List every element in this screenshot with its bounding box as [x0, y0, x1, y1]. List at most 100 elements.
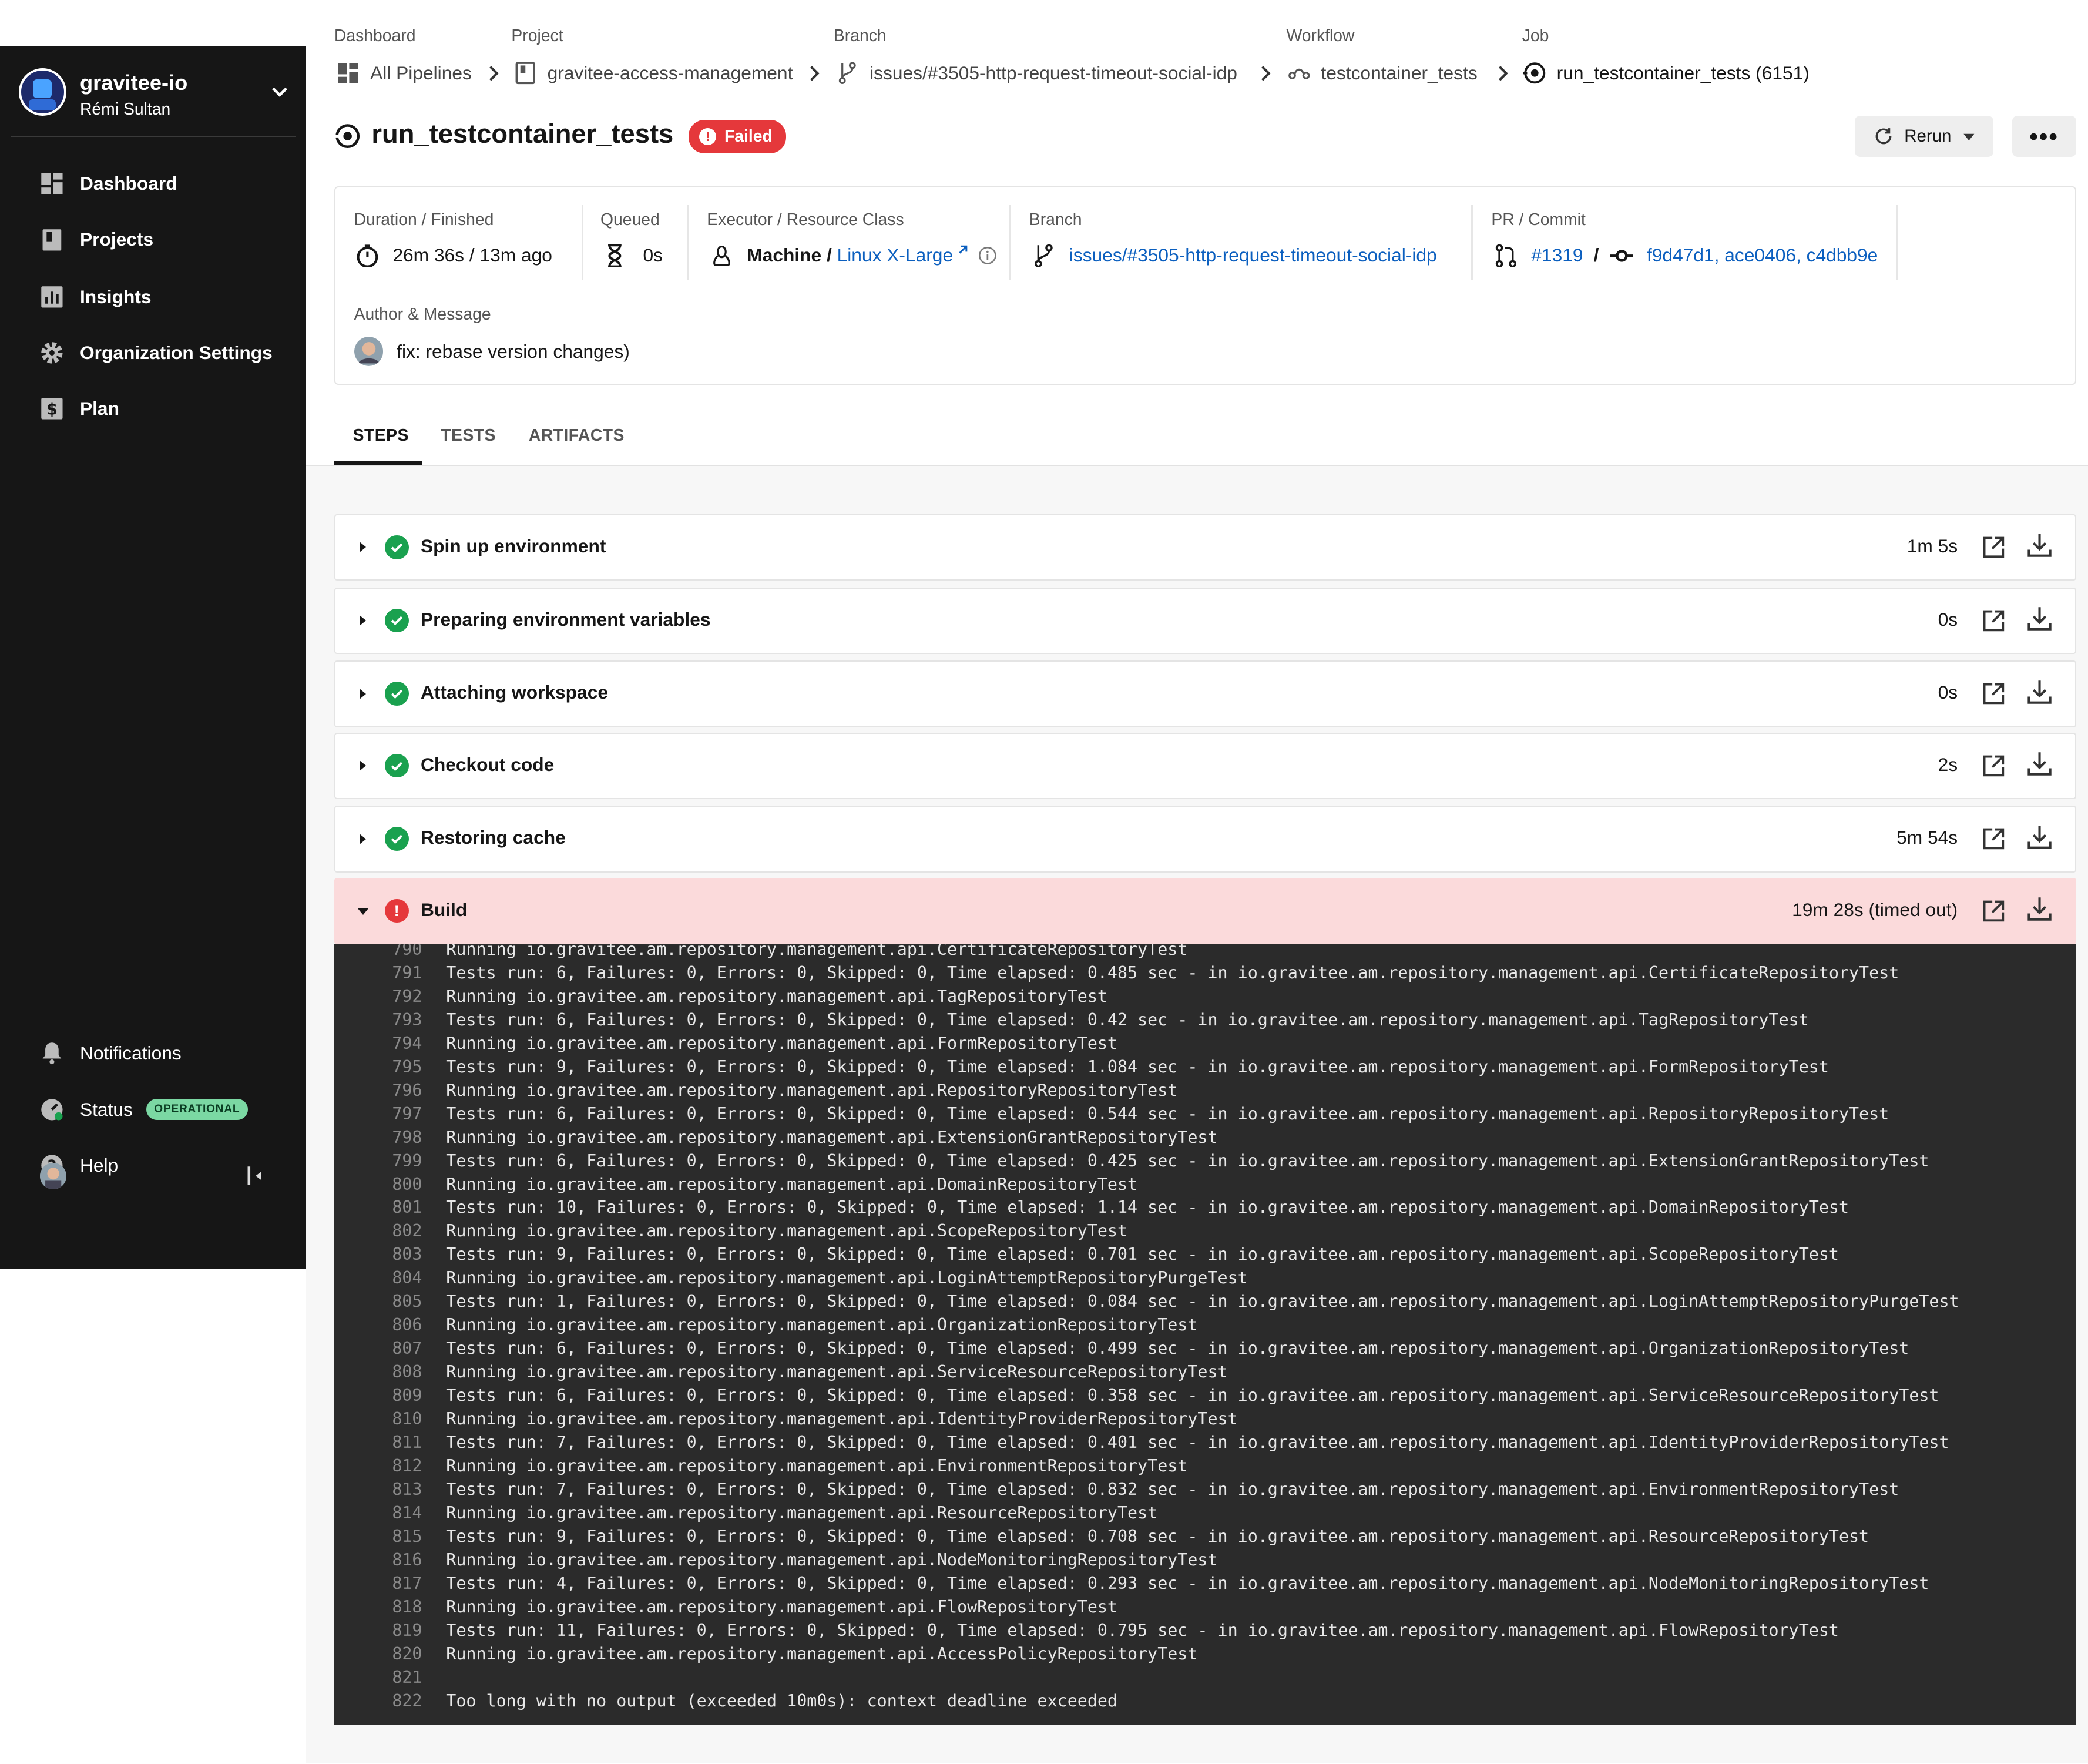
more-options-button[interactable]: •••: [2012, 116, 2076, 157]
log-line-text: Tests run: 9, Failures: 0, Errors: 0, Sk…: [446, 1057, 1829, 1076]
org-switcher[interactable]: gravitee-io Rémi Sultan: [18, 68, 298, 122]
sidebar-item-insights[interactable]: Insights: [40, 281, 293, 313]
duration-text: 26m 36s / 13m ago: [392, 244, 552, 266]
log-line-number: 809: [392, 1386, 422, 1406]
rerun-button[interactable]: Rerun: [1855, 116, 1994, 157]
caret-right-icon[interactable]: [359, 542, 366, 553]
step-name: Attaching workspace: [420, 682, 608, 703]
caret-down-icon: [1963, 133, 1974, 141]
avatar[interactable]: [39, 1162, 67, 1190]
open-in-new-icon[interactable]: [1982, 609, 2006, 633]
pr-commit-value: #1319 / f9d47d1, ace0406, c4dbb9e: [1494, 244, 1878, 268]
log-line-text: Tests run: 7, Failures: 0, Errors: 0, Sk…: [446, 1480, 1899, 1500]
sidebar-item-label: Help: [79, 1154, 119, 1176]
log-line-text: Tests run: 6, Failures: 0, Errors: 0, Sk…: [446, 963, 1899, 982]
commit-links[interactable]: f9d47d1, ace0406, c4dbb9e: [1647, 244, 1878, 266]
executor-label: Executor / Resource Class: [707, 210, 904, 229]
branch-icon: [1035, 244, 1053, 267]
commit-message: fix: rebase version changes): [397, 340, 630, 362]
check-circle-icon: [384, 753, 409, 778]
chevron-right-icon: [1261, 65, 1271, 81]
log-line-text: Too long with no output (exceeded 10m0s)…: [446, 1691, 1117, 1711]
pr-commit-label: PR / Commit: [1491, 210, 1586, 229]
step-row[interactable]: ! Build 19m 28s (timed out): [334, 877, 2076, 945]
log-line-text: Tests run: 6, Failures: 0, Errors: 0, Sk…: [446, 1010, 1809, 1029]
log-line-text: Tests run: 6, Failures: 0, Errors: 0, Sk…: [446, 1151, 1929, 1171]
pull-request-icon: [1495, 244, 1516, 267]
breadcrumb-branch[interactable]: issues/#3505-http-request-timeout-social…: [836, 60, 1237, 86]
caret-down-icon[interactable]: [358, 908, 369, 915]
tab-artifacts[interactable]: ARTIFACTS: [529, 426, 625, 445]
insights-icon: [41, 286, 63, 308]
job-icon: [1523, 62, 1546, 84]
sidebar-item-plan[interactable]: $ Plan: [40, 393, 293, 425]
breadcrumb-project[interactable]: gravitee-access-management: [514, 60, 793, 86]
open-in-new-icon[interactable]: [1982, 827, 2006, 851]
open-in-new-icon[interactable]: [1982, 899, 2006, 923]
step-row[interactable]: Attaching workspace 0s: [334, 660, 2076, 727]
project-icon: [515, 62, 535, 85]
download-icon[interactable]: [2027, 824, 2052, 850]
caret-right-icon[interactable]: [359, 760, 366, 771]
executor-value: Machine / Linux X-Large: [710, 244, 997, 268]
log-line-text: Running io.gravitee.am.repository.manage…: [446, 1033, 1117, 1053]
open-in-new-icon[interactable]: [1982, 535, 2006, 559]
log-line-text: Running io.gravitee.am.repository.manage…: [446, 1080, 1178, 1100]
log-line-text: Running io.gravitee.am.repository.manage…: [446, 1503, 1158, 1523]
caret-right-icon[interactable]: [359, 615, 366, 626]
pr-link[interactable]: #1319: [1531, 244, 1583, 266]
chevron-right-icon: [489, 65, 499, 81]
collapse-sidebar-icon[interactable]: [245, 1165, 264, 1186]
breadcrumb-label-dashboard: Dashboard: [334, 26, 416, 46]
log-line-number: 811: [392, 1433, 422, 1453]
sidebar-item-dashboard[interactable]: Dashboard: [40, 168, 293, 200]
caret-right-icon[interactable]: [359, 833, 366, 844]
status-badge: ! Failed: [688, 119, 786, 153]
step-row[interactable]: Preparing environment variables 0s: [334, 587, 2076, 654]
tab-tests[interactable]: TESTS: [441, 426, 496, 445]
log-line-number: 798: [392, 1127, 422, 1147]
sidebar-item-status[interactable]: Status OPERATIONAL: [40, 1094, 293, 1125]
log-line-text: Tests run: 9, Failures: 0, Errors: 0, Sk…: [446, 1527, 1869, 1547]
step-row[interactable]: Spin up environment 1m 5s: [334, 514, 2076, 581]
divider: [1471, 204, 1473, 280]
check-circle-icon: [384, 827, 409, 851]
active-tab-indicator: [334, 461, 422, 465]
breadcrumb-workflow[interactable]: testcontainer_tests: [1288, 60, 1478, 86]
author-message: fix: rebase version changes): [354, 337, 630, 367]
tab-steps[interactable]: STEPS: [353, 426, 409, 445]
log-line-number: 793: [392, 1010, 422, 1029]
open-in-new-icon[interactable]: [1982, 682, 2006, 706]
gear-icon: [41, 342, 63, 364]
build-log-output[interactable]: 790 Running io.gravitee.am.repository.man…: [334, 944, 2076, 1725]
resource-class-link[interactable]: Linux X-Large: [837, 244, 953, 266]
step-duration: 2s: [1938, 753, 1958, 775]
job-info-card: Duration / Finished 26m 36s / 13m ago Qu…: [334, 186, 2076, 385]
breadcrumb-job[interactable]: run_testcontainer_tests (6151): [1523, 60, 1810, 86]
log-line-text: Running io.gravitee.am.repository.manage…: [446, 1268, 1248, 1288]
log-line-text: Tests run: 6, Failures: 0, Errors: 0, Sk…: [446, 1339, 1909, 1359]
pr-separator: /: [1593, 244, 1599, 266]
chevron-down-icon[interactable]: [269, 81, 290, 102]
breadcrumb-label-project: Project: [511, 26, 563, 46]
download-icon[interactable]: [2027, 751, 2052, 776]
download-icon[interactable]: [2027, 679, 2052, 705]
download-icon[interactable]: [2027, 896, 2052, 921]
step-row[interactable]: Checkout code 2s: [334, 732, 2076, 799]
sidebar-item-projects[interactable]: Projects: [40, 224, 293, 256]
download-icon[interactable]: [2027, 532, 2052, 558]
info-icon[interactable]: [978, 246, 997, 265]
open-in-new-icon[interactable]: [1982, 754, 2006, 778]
sidebar-item-notifications[interactable]: Notifications: [40, 1038, 293, 1069]
log-line-text: Running io.gravitee.am.repository.manage…: [446, 1174, 1138, 1194]
log-line-number: 805: [392, 1292, 422, 1312]
download-icon[interactable]: [2027, 606, 2052, 631]
step-row[interactable]: Restoring cache 5m 54s: [334, 806, 2076, 873]
breadcrumb-dashboard[interactable]: All Pipelines: [337, 60, 472, 86]
caret-right-icon[interactable]: [359, 688, 366, 699]
breadcrumb-text: testcontainer_tests: [1321, 62, 1478, 84]
sidebar-item-organization-settings[interactable]: Organization Settings: [40, 337, 293, 368]
sidebar-item-label: Plan: [79, 398, 119, 420]
log-line-text: Tests run: 10, Failures: 0, Errors: 0, S…: [446, 1198, 1849, 1218]
branch-link[interactable]: issues/#3505-http-request-timeout-social…: [1069, 244, 1437, 266]
